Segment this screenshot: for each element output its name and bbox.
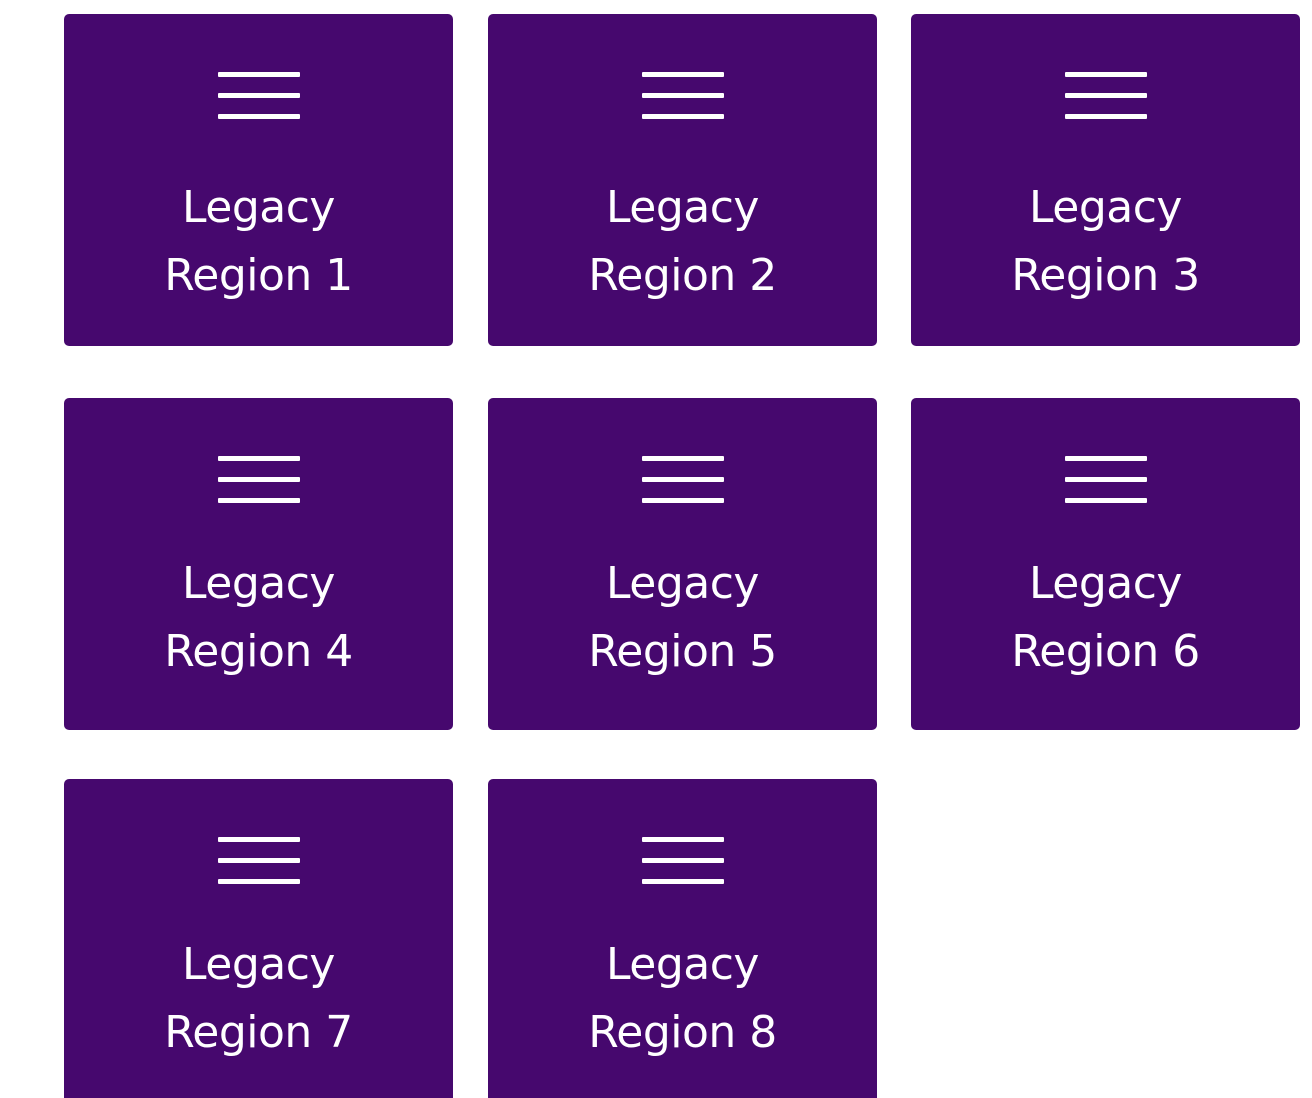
tile-label-line2: Region 2 [588, 250, 777, 301]
hamburger-menu-icon [1064, 72, 1147, 120]
tile-label: Legacy Region 7 [64, 931, 453, 1067]
tile-label: Legacy Region 2 [488, 174, 877, 310]
tile-label: Legacy Region 3 [911, 174, 1300, 310]
tile-label-line1: Legacy [182, 182, 335, 233]
hamburger-menu-icon [217, 72, 300, 120]
tile-label-line2: Region 5 [588, 626, 777, 677]
tile-label-line1: Legacy [182, 939, 335, 990]
hamburger-menu-icon [217, 456, 300, 504]
tile-label-line1: Legacy [606, 939, 759, 990]
tile-label-line2: Region 7 [164, 1007, 353, 1058]
tile-label: Legacy Region 4 [64, 550, 453, 686]
tile-label-line2: Region 3 [1011, 250, 1200, 301]
tile-label-line2: Region 6 [1011, 626, 1200, 677]
tile-legacy-region-7[interactable]: Legacy Region 7 [64, 779, 453, 1098]
tile-legacy-region-3[interactable]: Legacy Region 3 [911, 14, 1300, 346]
tile-legacy-region-1[interactable]: Legacy Region 1 [64, 14, 453, 346]
tile-label: Legacy Region 5 [488, 550, 877, 686]
tile-label-line2: Region 1 [164, 250, 353, 301]
tile-label-line1: Legacy [606, 558, 759, 609]
tile-label-line1: Legacy [1029, 182, 1182, 233]
tile-legacy-region-4[interactable]: Legacy Region 4 [64, 398, 453, 730]
tile-label-line1: Legacy [606, 182, 759, 233]
hamburger-menu-icon [641, 456, 724, 504]
tile-legacy-region-5[interactable]: Legacy Region 5 [488, 398, 877, 730]
tile-legacy-region-6[interactable]: Legacy Region 6 [911, 398, 1300, 730]
tile-label-line2: Region 8 [588, 1007, 777, 1058]
hamburger-menu-icon [641, 72, 724, 120]
tile-legacy-region-8[interactable]: Legacy Region 8 [488, 779, 877, 1098]
tile-label: Legacy Region 1 [64, 174, 453, 310]
hamburger-menu-icon [1064, 456, 1147, 504]
hamburger-menu-icon [641, 837, 724, 885]
tile-label: Legacy Region 6 [911, 550, 1300, 686]
tile-label-line1: Legacy [1029, 558, 1182, 609]
tile-label: Legacy Region 8 [488, 931, 877, 1067]
tile-label-line2: Region 4 [164, 626, 353, 677]
hamburger-menu-icon [217, 837, 300, 885]
tile-label-line1: Legacy [182, 558, 335, 609]
tile-legacy-region-2[interactable]: Legacy Region 2 [488, 14, 877, 346]
